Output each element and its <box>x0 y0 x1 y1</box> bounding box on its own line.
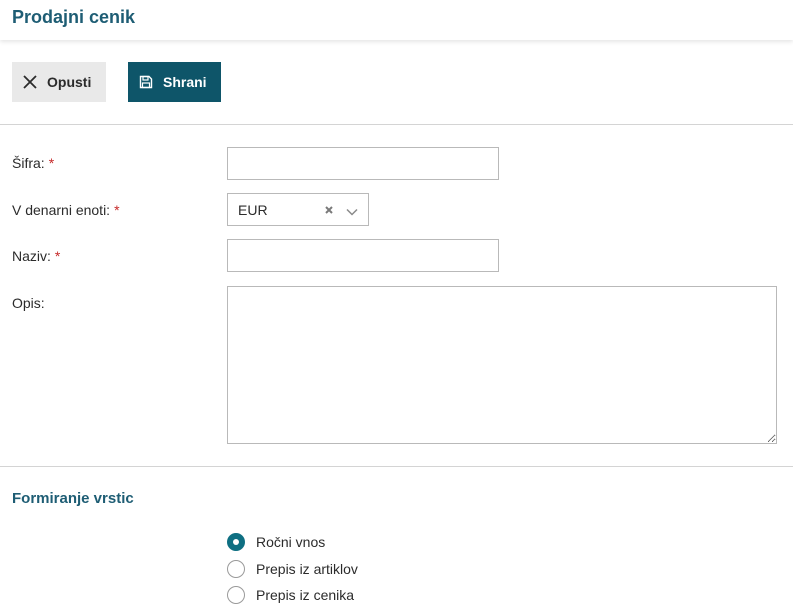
cancel-button[interactable]: Opusti <box>12 62 106 102</box>
radio-label: Prepis iz artiklov <box>256 561 358 577</box>
opis-label: Opis: <box>12 295 45 311</box>
cancel-button-label: Opusti <box>47 74 92 90</box>
save-button-label: Shrani <box>163 74 207 90</box>
required-mark: * <box>54 248 61 264</box>
section-title: Formiranje vrstic <box>12 490 134 507</box>
currency-selected-value: EUR <box>238 201 268 218</box>
opis-textarea[interactable] <box>227 286 777 444</box>
divider <box>0 124 793 125</box>
radio-option-prepis-iz-artiklov[interactable]: Prepis iz artiklov <box>227 560 358 578</box>
radio-label: Prepis iz cenika <box>256 587 355 603</box>
clear-icon[interactable] <box>323 203 335 215</box>
radio-unchecked-icon[interactable] <box>227 560 245 578</box>
radio-option-prepis-iz-cenika[interactable]: Prepis iz cenika <box>227 586 354 604</box>
sifra-input[interactable] <box>227 147 499 180</box>
page-title: Prodajni cenik <box>12 7 136 27</box>
currency-select[interactable]: EUR <box>227 193 369 226</box>
naziv-label: Naziv: * <box>12 248 61 264</box>
divider <box>0 466 793 467</box>
page-header: Prodajni cenik <box>0 0 793 40</box>
naziv-input[interactable] <box>227 239 499 272</box>
currency-label: V denarni enoti: * <box>12 202 120 218</box>
required-mark: * <box>48 155 55 171</box>
chevron-down-icon[interactable] <box>345 204 359 216</box>
radio-checked-icon[interactable] <box>227 533 245 551</box>
sifra-label: Šifra: * <box>12 155 55 171</box>
required-mark: * <box>114 202 120 218</box>
floppy-disk-icon <box>138 74 154 90</box>
radio-label: Ročni vnos <box>256 534 326 550</box>
radio-option-rocni-vnos[interactable]: Ročni vnos <box>227 533 325 551</box>
save-button[interactable]: Shrani <box>128 62 221 102</box>
close-icon <box>22 74 38 90</box>
radio-unchecked-icon[interactable] <box>227 586 245 604</box>
